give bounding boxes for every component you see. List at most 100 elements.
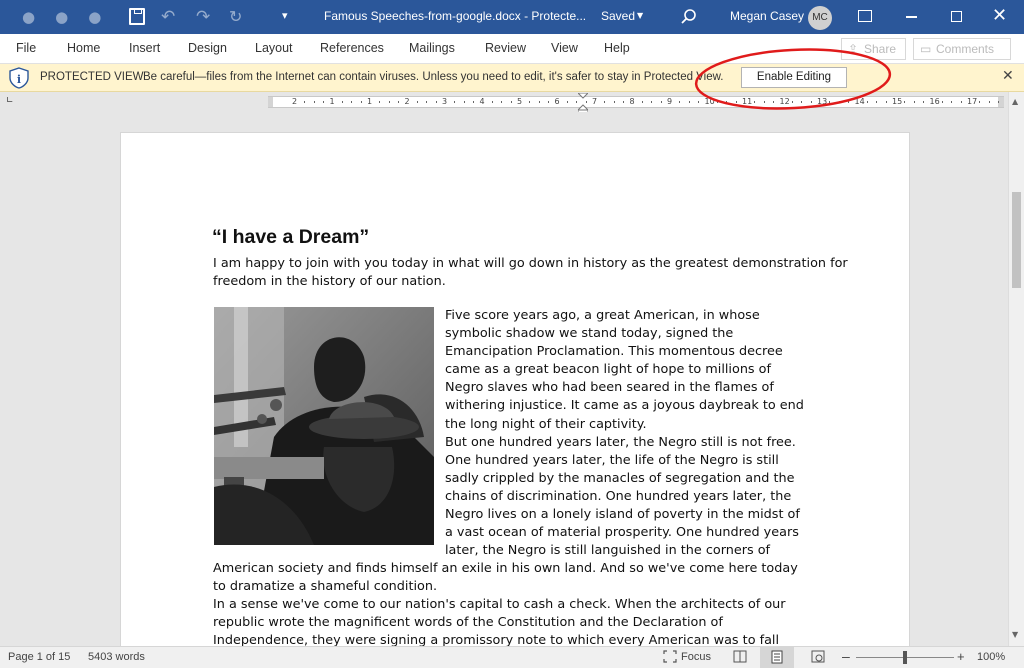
- close-icon[interactable]: ✕: [1002, 68, 1014, 84]
- ruler-tick: [716, 101, 718, 103]
- text-line: American society and finds himself an ex…: [213, 561, 798, 576]
- save-icon[interactable]: [129, 8, 145, 25]
- focus-icon[interactable]: [663, 650, 677, 663]
- comment-icon: ▭: [920, 42, 932, 56]
- ruler-tick: [473, 101, 475, 103]
- zoom-slider-thumb[interactable]: [903, 651, 907, 664]
- ruler-tick: [979, 101, 981, 103]
- protected-view-bar: i PROTECTED VIEW Be careful—files from t…: [0, 64, 1024, 92]
- tab-design[interactable]: Design: [188, 41, 227, 55]
- tab-help[interactable]: Help: [604, 41, 630, 55]
- document-page[interactable]: “I have a Dream” I am happy to join with…: [120, 132, 910, 646]
- zoom-in-button[interactable]: +: [957, 649, 965, 664]
- text-line: But one hundred years later, the Negro s…: [445, 434, 796, 450]
- web-layout-icon[interactable]: [811, 650, 825, 663]
- focus-label[interactable]: Focus: [681, 651, 711, 663]
- comments-button[interactable]: ▭ Comments: [913, 38, 1011, 60]
- title-bar: ● ● ● ↶ ↷ ↻ ▾ Famous Speeches-from-google.…: [0, 0, 1024, 34]
- text-line: chains of discrimination. One hundred ye…: [445, 488, 792, 504]
- redo-icon[interactable]: ↷: [196, 7, 210, 27]
- chevron-down-icon[interactable]: ▼: [637, 11, 643, 20]
- speaker-at-microphones-photo[interactable]: [214, 307, 434, 545]
- text-line: freedom in the history of our nation.: [213, 274, 446, 290]
- minimize-icon[interactable]: [906, 16, 917, 18]
- maximize-icon[interactable]: [951, 11, 962, 22]
- avatar[interactable]: MC: [808, 6, 832, 30]
- scroll-down-icon[interactable]: ▼: [1012, 630, 1018, 639]
- status-bar: Page 1 of 15 5403 words Focus – + 100%: [0, 646, 1024, 668]
- text-line: One hundred years later, the life of the…: [445, 452, 779, 468]
- tab-selector-icon[interactable]: ∟: [6, 96, 17, 107]
- ruler-tick: [660, 101, 662, 103]
- word-count[interactable]: 5403 words: [88, 651, 145, 663]
- tab-home[interactable]: Home: [67, 41, 100, 55]
- text-line: I am happy to join with you today in wha…: [213, 256, 848, 271]
- ruler-tick: [763, 101, 765, 103]
- ruler-tick: [538, 101, 540, 103]
- ruler-tick: [641, 101, 643, 103]
- print-layout-button[interactable]: [760, 647, 794, 668]
- ruler-number: 12: [779, 97, 790, 106]
- ruler-tick: [613, 101, 615, 103]
- ruler-tick: [848, 101, 850, 103]
- ruler-number: 8: [629, 97, 635, 106]
- ruler-tick: [548, 101, 550, 103]
- tab-file[interactable]: File: [16, 41, 36, 55]
- ruler-tick: [923, 101, 925, 103]
- ruler-tick: [754, 101, 756, 103]
- ruler-tick: [735, 101, 737, 103]
- tab-insert[interactable]: Insert: [129, 41, 160, 55]
- ruler-tick: [435, 101, 437, 103]
- ribbon-display-options-icon[interactable]: [858, 10, 872, 22]
- ruler-tick: [688, 101, 690, 103]
- tab-layout[interactable]: Layout: [255, 41, 293, 55]
- ruler-number: 1: [329, 97, 335, 106]
- search-icon[interactable]: [681, 8, 697, 25]
- ruler-number: 2: [292, 97, 298, 106]
- document-area[interactable]: “I have a Dream” I am happy to join with…: [0, 112, 1008, 646]
- zoom-out-button[interactable]: –: [842, 648, 850, 664]
- user-name[interactable]: Megan Casey: [730, 9, 804, 23]
- page-count[interactable]: Page 1 of 15: [8, 651, 70, 663]
- tab-view[interactable]: View: [551, 41, 578, 55]
- tab-mailings[interactable]: Mailings: [409, 41, 455, 55]
- ruler-number: 9: [667, 97, 673, 106]
- wrapped-paragraph: Five score years ago, a great American, …: [445, 307, 804, 560]
- ruler-tick: [341, 101, 343, 103]
- ruler-tick: [679, 101, 681, 103]
- scroll-thumb[interactable]: [1012, 192, 1021, 288]
- shield-info-icon: i: [9, 67, 29, 89]
- ruler-tick: [313, 101, 315, 103]
- continued-paragraph: American society and finds himself an ex…: [213, 560, 798, 646]
- ruler-tick: [463, 101, 465, 103]
- scroll-up-icon[interactable]: ▲: [1012, 97, 1018, 106]
- tab-references[interactable]: References: [320, 41, 384, 55]
- close-icon[interactable]: ✕: [992, 6, 1007, 26]
- zoom-level[interactable]: 100%: [977, 651, 1005, 663]
- photo-image: [214, 307, 434, 545]
- horizontal-ruler[interactable]: ∟ 2 1 1 2 3 4 5 6 7 8 9 10 11 12 13 14 15 16 17: [0, 92, 1024, 115]
- undo-icon[interactable]: ↶: [161, 7, 175, 27]
- ruler-tick: [829, 101, 831, 103]
- ruler-number: 3: [442, 97, 448, 106]
- ruler-tick: [838, 101, 840, 103]
- ruler-tick: [988, 101, 990, 103]
- text-line: to dramatize a shameful condition.: [213, 579, 438, 595]
- vertical-scrollbar[interactable]: ▲ ▼: [1008, 92, 1024, 646]
- ruler-tick: [323, 101, 325, 103]
- ruler-tick: [773, 101, 775, 103]
- share-button[interactable]: ⇪ Share: [841, 38, 906, 60]
- text-line: Negro lives on a lonely island of povert…: [445, 507, 800, 523]
- tab-review[interactable]: Review: [485, 41, 526, 55]
- read-mode-icon[interactable]: [733, 650, 747, 663]
- save-status[interactable]: Saved: [601, 9, 635, 23]
- text-line: republic wrote the magnificent words of …: [213, 615, 723, 631]
- enable-editing-button[interactable]: Enable Editing: [741, 67, 847, 88]
- ruler-number: 7: [592, 97, 598, 106]
- ruler-number: 4: [479, 97, 485, 106]
- autosave-toggle[interactable]: ● ● ●: [22, 0, 101, 34]
- ruler-tick: [951, 101, 953, 103]
- word-window: ● ● ● ↶ ↷ ↻ ▾ Famous Speeches-from-google.…: [0, 0, 1024, 668]
- customize-qat-icon[interactable]: ▾: [282, 9, 288, 22]
- repeat-icon[interactable]: ↻: [229, 7, 242, 26]
